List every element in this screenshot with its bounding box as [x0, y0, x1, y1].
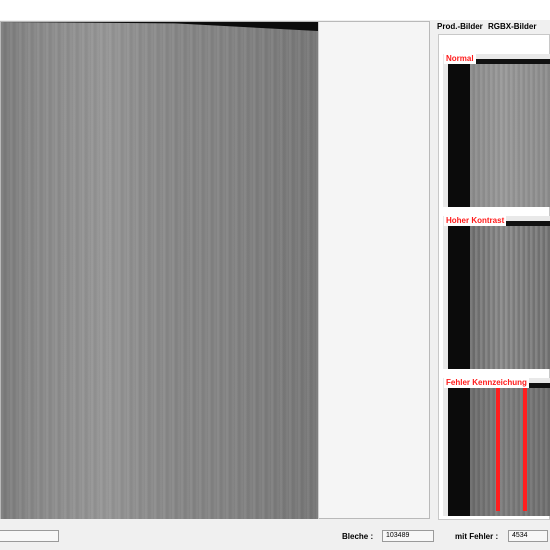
bleche-label: Bleche :	[342, 532, 374, 541]
image-tab-panel: Prod.-Bilder RGBX-Bilder Normal Hoher Ko…	[433, 19, 550, 520]
thumbnail-top-edge	[470, 59, 550, 64]
thumbnail-image	[470, 59, 550, 207]
thumbnail-label-normal: Normal	[444, 54, 476, 64]
thumbnail-dark-edge	[448, 383, 470, 516]
main-image-panel	[0, 21, 430, 519]
thumbnail-label-defect: Fehler Kennzeichung	[444, 378, 529, 388]
tab-bar: Prod.-Bilder RGBX-Bilder	[433, 19, 550, 35]
thumbnail-high-contrast[interactable]: Hoher Kontrast	[443, 216, 550, 369]
thumbnail-image	[470, 383, 550, 516]
thumbnail-dark-edge	[448, 221, 470, 369]
top-strip	[0, 0, 550, 20]
thumbnail-normal[interactable]: Normal	[443, 54, 550, 207]
tab-content: Normal Hoher Kontrast Fehler Kennzeichun…	[438, 34, 550, 520]
thumbnail-image	[470, 221, 550, 369]
mit-fehler-label: mit Fehler :	[455, 532, 499, 541]
tab-rgbx-bilder[interactable]: RGBX-Bilder	[488, 22, 536, 31]
thumbnail-label-high-contrast: Hoher Kontrast	[444, 216, 507, 226]
thumbnail-defect-marking[interactable]: Fehler Kennzeichung	[443, 378, 550, 516]
status-field	[0, 530, 59, 542]
status-bar: Bleche : 103489 mit Fehler : 4534	[0, 521, 550, 550]
tab-prod-bilder[interactable]: Prod.-Bilder	[437, 22, 483, 31]
main-strip-image	[1, 22, 319, 519]
mit-fehler-value: 4534	[508, 530, 548, 542]
bleche-value: 103489	[382, 530, 434, 542]
defect-marker	[523, 388, 527, 511]
thumbnail-dark-edge	[448, 59, 470, 207]
defect-marker	[496, 388, 500, 511]
